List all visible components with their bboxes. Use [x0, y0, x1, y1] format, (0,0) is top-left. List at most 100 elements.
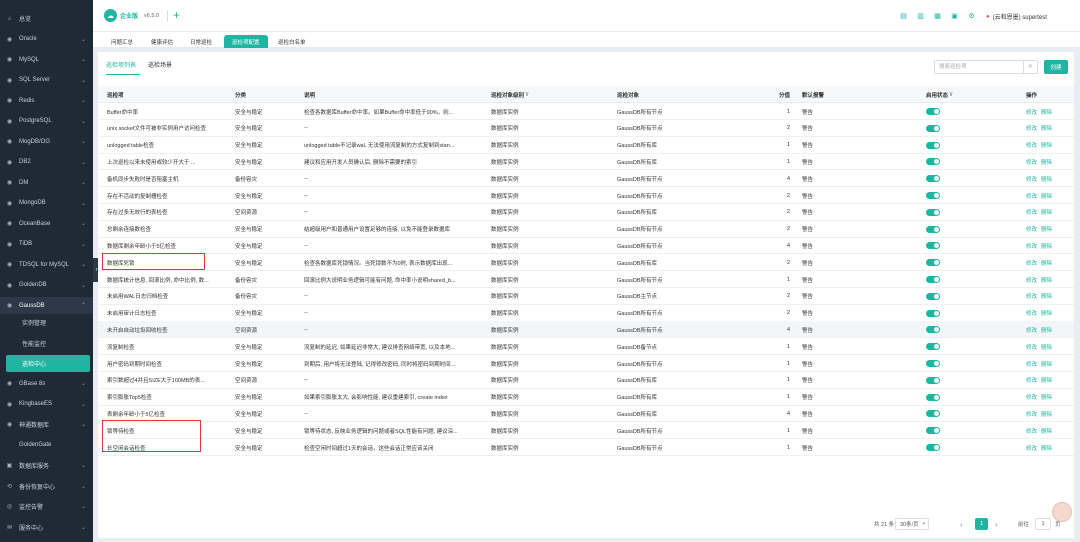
edit-link[interactable]: 修改 [1026, 427, 1037, 435]
delete-link[interactable]: 删除 [1041, 108, 1052, 116]
edit-link[interactable]: 修改 [1026, 292, 1037, 300]
edit-link[interactable]: 修改 [1026, 376, 1037, 384]
sidebar-item[interactable]: ▣ 数据库服务 ⌄ [0, 457, 93, 474]
sidebar-item[interactable]: ◉ GBase 8s ⌄ [0, 375, 93, 392]
edit-link[interactable]: 修改 [1026, 225, 1037, 233]
delete-link[interactable]: 删除 [1041, 192, 1052, 200]
delete-link[interactable]: 删除 [1041, 360, 1052, 368]
sidebar-item[interactable]: ◉ KingbaseES ⌄ [0, 396, 93, 413]
enable-toggle[interactable] [926, 376, 940, 384]
delete-link[interactable]: 删除 [1041, 208, 1052, 216]
sidebar-item[interactable]: ⟲ 备份恢复中心 ⌄ [0, 478, 93, 495]
sidebar-item[interactable]: ◉ MongoDB ⌄ [0, 195, 93, 212]
sidebar-item[interactable]: ◉ 神通数据库 ⌄ [0, 416, 93, 433]
add-tab-button[interactable]: + [173, 8, 180, 22]
sidebar-item[interactable]: ◉ MySQL ⌄ [0, 51, 93, 68]
enable-toggle[interactable] [926, 410, 940, 418]
delete-link[interactable]: 删除 [1041, 444, 1052, 452]
enable-toggle[interactable] [926, 108, 940, 115]
edit-link[interactable]: 修改 [1026, 208, 1037, 216]
edit-link[interactable]: 修改 [1026, 393, 1037, 401]
delete-link[interactable]: 删除 [1041, 158, 1052, 166]
edit-link[interactable]: 修改 [1026, 343, 1037, 351]
sidebar-item[interactable]: ⌂ 总览 [0, 10, 93, 27]
sidebar-subitem[interactable]: 性能监控 [0, 335, 93, 352]
current-page-button[interactable]: 1 [975, 518, 988, 530]
enable-toggle[interactable] [926, 276, 940, 283]
enable-toggle[interactable] [926, 343, 940, 351]
edit-link[interactable]: 修改 [1026, 141, 1037, 149]
sidebar-item[interactable]: ◉ DM ⌄ [0, 174, 93, 191]
edit-link[interactable]: 修改 [1026, 326, 1037, 334]
sidebar-item[interactable]: ◉ DB2 ⌄ [0, 154, 93, 171]
tab-inspection-whitelist[interactable]: 巡检白名单 [270, 35, 314, 48]
sidebar-item[interactable]: ◉ Redis ⌄ [0, 92, 93, 109]
enable-toggle[interactable] [926, 427, 940, 435]
enable-toggle[interactable] [926, 444, 940, 451]
delete-link[interactable]: 删除 [1041, 393, 1052, 401]
edit-link[interactable]: 修改 [1026, 360, 1037, 368]
enable-toggle[interactable] [926, 309, 940, 317]
edit-link[interactable]: 修改 [1026, 242, 1037, 250]
edit-link[interactable]: 修改 [1026, 309, 1037, 317]
enable-toggle[interactable] [926, 360, 940, 367]
delete-link[interactable]: 删除 [1041, 326, 1052, 334]
edit-link[interactable]: 修改 [1026, 276, 1037, 284]
enable-toggle[interactable] [926, 208, 940, 216]
sidebar-item[interactable]: ◉ TiDB ⌄ [0, 236, 93, 253]
goto-page-input[interactable]: 1 [1035, 518, 1051, 530]
filter-icon[interactable]: ⊽ [949, 92, 953, 98]
tab-inspection-config[interactable]: 巡检项配置 [224, 35, 268, 48]
edit-link[interactable]: 修改 [1026, 444, 1037, 452]
report-icon[interactable]: ▥ [916, 11, 925, 20]
sidebar-item[interactable]: ◉ OceanBase ⌄ [0, 215, 93, 232]
edit-link[interactable]: 修改 [1026, 192, 1037, 200]
next-page-button[interactable]: › [995, 518, 998, 530]
sidebar-item[interactable]: ◎ 监控告警 ⌄ [0, 498, 93, 515]
document-icon[interactable]: ▤ [899, 11, 908, 20]
prev-page-button[interactable]: ‹ [960, 518, 963, 530]
sidebar-item[interactable]: ◉ GaussDB ⌃ [0, 297, 93, 314]
edit-link[interactable]: 修改 [1026, 175, 1037, 183]
delete-link[interactable]: 删除 [1041, 225, 1052, 233]
delete-link[interactable]: 删除 [1041, 141, 1052, 149]
delete-link[interactable]: 删除 [1041, 427, 1052, 435]
filter-icon[interactable]: ⊽ [525, 92, 529, 98]
sidebar-item[interactable]: ◉ SQL Server ⌄ [0, 72, 93, 89]
delete-link[interactable]: 删除 [1041, 343, 1052, 351]
edit-link[interactable]: 修改 [1026, 158, 1037, 166]
tab-health-assessment[interactable]: 健康评估 [143, 35, 181, 48]
enable-toggle[interactable] [926, 175, 940, 183]
delete-link[interactable]: 删除 [1041, 309, 1052, 317]
col-header-status[interactable]: 启用状态 ⊽ [926, 86, 953, 103]
monitor-icon[interactable]: ▣ [950, 11, 959, 20]
edit-link[interactable]: 修改 [1026, 124, 1037, 132]
delete-link[interactable]: 删除 [1041, 259, 1052, 267]
enable-toggle[interactable] [926, 242, 940, 250]
tab-daily-inspection[interactable]: 日常巡检 [182, 35, 220, 48]
enable-toggle[interactable] [926, 141, 940, 149]
subtab-scenarios[interactable]: 巡检场景 [148, 60, 172, 69]
enable-toggle[interactable] [926, 326, 940, 334]
search-icon[interactable]: ⌕ [1023, 61, 1037, 73]
edit-link[interactable]: 修改 [1026, 410, 1037, 418]
enable-toggle[interactable] [926, 158, 940, 166]
assistant-avatar[interactable] [1052, 502, 1072, 522]
sidebar-item[interactable]: ◉ Oracle ⌄ [0, 31, 93, 48]
app-logo[interactable]: ☁ 企业版 v6.5.0 [104, 9, 159, 22]
edit-link[interactable]: 修改 [1026, 108, 1037, 116]
enable-toggle[interactable] [926, 225, 940, 233]
sidebar-item[interactable]: ◉ TDSQL for MySQL ⌄ [0, 256, 93, 273]
delete-link[interactable]: 删除 [1041, 242, 1052, 250]
search-input[interactable] [935, 61, 1025, 73]
calendar-icon[interactable]: ▦ [933, 11, 942, 20]
sidebar-subitem[interactable]: 实例管理 [0, 314, 93, 331]
delete-link[interactable]: 删除 [1041, 175, 1052, 183]
edit-link[interactable]: 修改 [1026, 259, 1037, 267]
subtab-item-list[interactable]: 巡检项列表 [106, 60, 136, 69]
delete-link[interactable]: 删除 [1041, 124, 1052, 132]
delete-link[interactable]: 删除 [1041, 410, 1052, 418]
col-header-level[interactable]: 巡检对象级别 ⊽ [491, 86, 529, 103]
sidebar-subitem[interactable]: 巡检中心 [6, 355, 90, 372]
delete-link[interactable]: 删除 [1041, 292, 1052, 300]
